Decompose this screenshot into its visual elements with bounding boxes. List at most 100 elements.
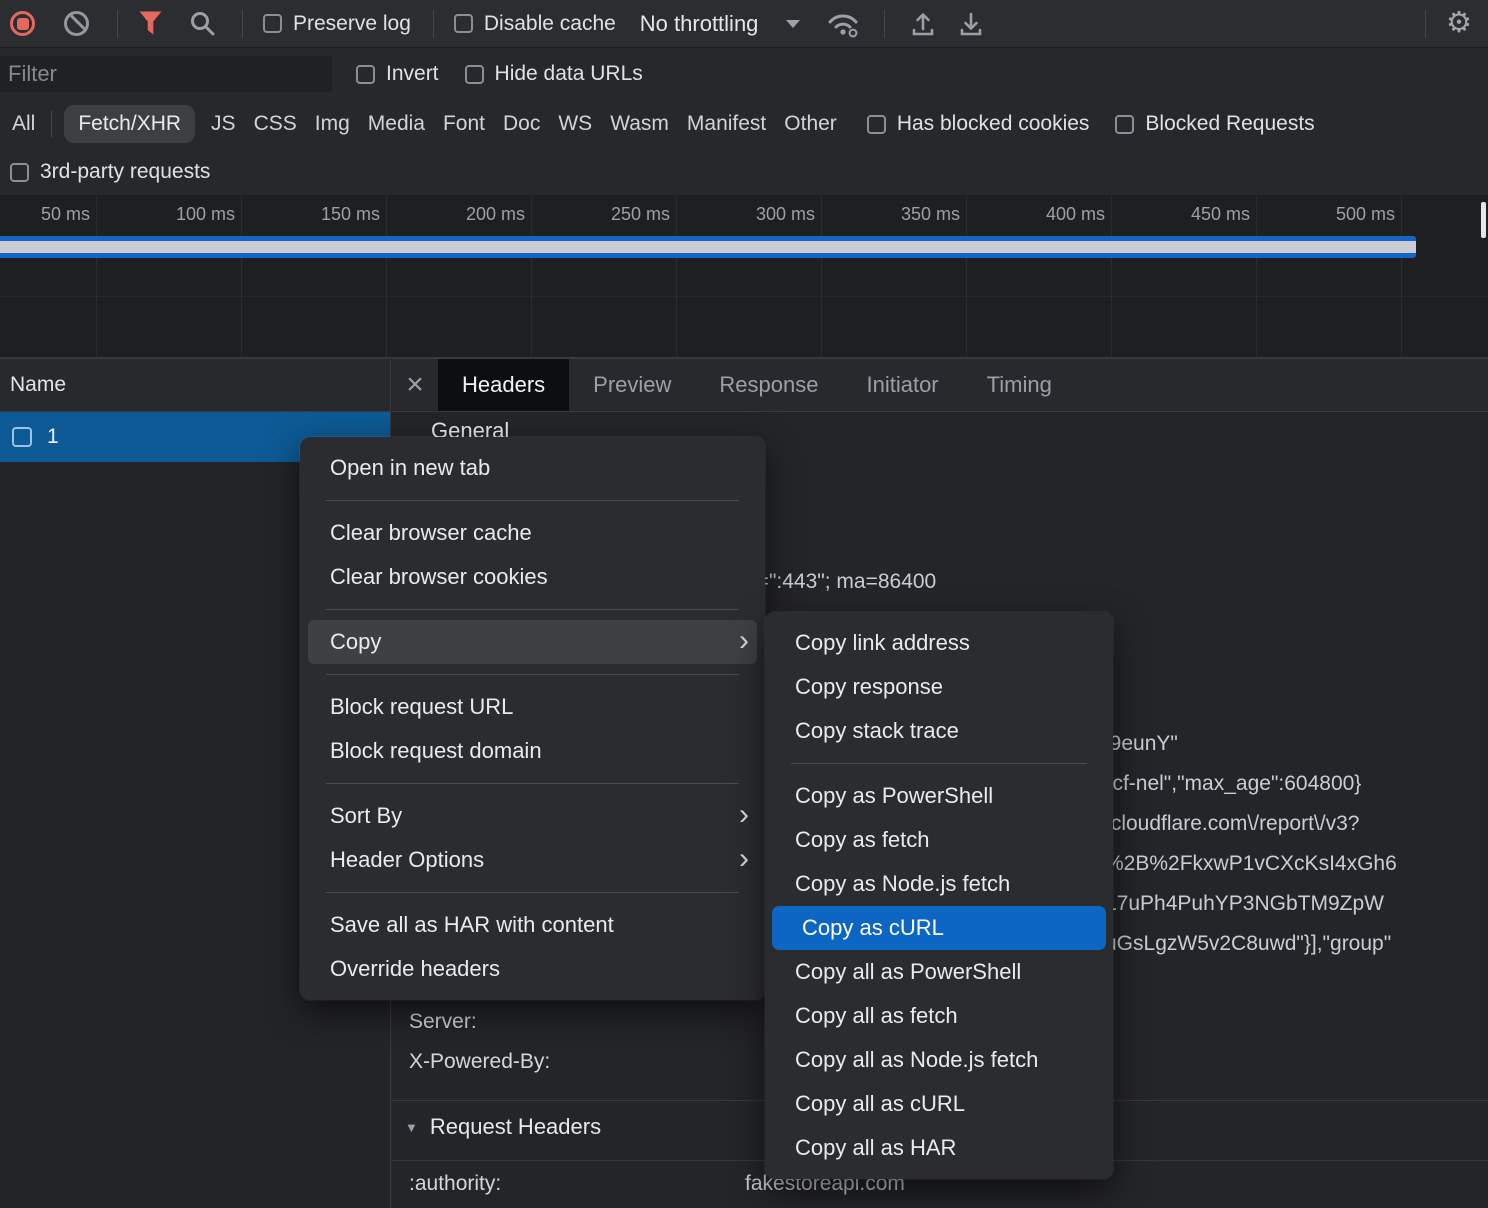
menu-separator: [326, 783, 739, 784]
toolbar-divider: [242, 10, 243, 38]
menu-item-open-in-new-tab[interactable]: Open in new tab: [300, 446, 765, 490]
menu-item-sort-by[interactable]: Sort By›: [300, 794, 765, 838]
invert-label: Invert: [386, 62, 439, 86]
timeline-tick: 250 ms: [560, 204, 670, 225]
has-blocked-cookies-checkbox[interactable]: Has blocked cookies: [867, 112, 1090, 136]
checkbox-box: [454, 14, 473, 33]
overview-scroll-thumb[interactable]: [1481, 202, 1486, 238]
filter-placeholder: Filter: [8, 61, 57, 87]
checkbox-box: [867, 115, 886, 134]
disable-cache-checkbox[interactable]: Disable cache: [454, 12, 616, 36]
timeline-tick: 50 ms: [0, 204, 90, 225]
menu-separator: [326, 609, 739, 610]
menu-item-clear-browser-cache[interactable]: Clear browser cache: [300, 511, 765, 555]
menu-item-copy-as-curl[interactable]: Copy as cURL: [772, 906, 1106, 950]
menu-item-override-headers[interactable]: Override headers: [300, 947, 765, 991]
menu-item-copy-all-as-har[interactable]: Copy all as HAR: [765, 1126, 1113, 1170]
header-value-fragment: .cloudflare.com\/report\/v3?: [1105, 812, 1359, 836]
menu-item-copy-link-address[interactable]: Copy link address: [765, 621, 1113, 665]
clear-icon[interactable]: [64, 11, 89, 36]
tab-response[interactable]: Response: [695, 359, 842, 411]
menu-item-copy[interactable]: Copy›: [308, 620, 757, 664]
filter-type-media[interactable]: Media: [366, 106, 427, 142]
row-checkbox[interactable]: [12, 427, 32, 447]
devtools-network-panel: Preserve log Disable cache No throttling…: [0, 0, 1488, 1208]
menu-item-copy-all-as-curl[interactable]: Copy all as cURL: [765, 1082, 1113, 1126]
blocked-requests-label: Blocked Requests: [1145, 112, 1314, 136]
filter-type-js[interactable]: JS: [209, 106, 238, 142]
checkbox-box: [465, 65, 484, 84]
menu-item-copy-as-nodejs-fetch[interactable]: Copy as Node.js fetch: [765, 862, 1113, 906]
filter-icon[interactable]: [138, 10, 163, 37]
menu-item-copy-all-as-nodejs-fetch[interactable]: Copy all as Node.js fetch: [765, 1038, 1113, 1082]
menu-item-save-all-as-har[interactable]: Save all as HAR with content: [300, 903, 765, 947]
filter-type-img[interactable]: Img: [313, 106, 352, 142]
filter-type-font[interactable]: Font: [441, 106, 487, 142]
header-value-fragment: "cf-nel","max_age":604800}: [1105, 772, 1361, 796]
tab-headers[interactable]: Headers: [438, 359, 569, 411]
chevron-down-icon[interactable]: [786, 20, 800, 28]
menu-separator: [326, 892, 739, 893]
import-har-icon[interactable]: [909, 10, 937, 38]
record-icon[interactable]: [10, 11, 35, 36]
copy-submenu: Copy link address Copy response Copy sta…: [765, 612, 1113, 1179]
tab-preview[interactable]: Preview: [569, 359, 695, 411]
server-header-label: Server:: [409, 1010, 477, 1034]
search-icon[interactable]: [189, 10, 216, 37]
menu-item-copy-as-powershell[interactable]: Copy as PowerShell: [765, 774, 1113, 818]
preserve-log-checkbox[interactable]: Preserve log: [263, 12, 411, 36]
network-overview-timeline: 50 ms 100 ms 150 ms 200 ms 250 ms 300 ms…: [0, 196, 1488, 358]
third-party-requests-checkbox[interactable]: 3rd-party requests: [10, 160, 210, 184]
header-value-fragment: uGsLgzW5v2C8uwd"}],"group": [1105, 932, 1391, 956]
filter-type-other[interactable]: Other: [782, 106, 839, 142]
menu-item-block-request-domain[interactable]: Block request domain: [300, 729, 765, 773]
tab-initiator[interactable]: Initiator: [842, 359, 962, 411]
header-value-fragment: %2B%2FkxwP1vCXcKsI4xGh6: [1105, 852, 1397, 876]
third-party-filter-bar: 3rd-party requests: [0, 149, 1488, 196]
network-conditions-icon[interactable]: [826, 9, 862, 39]
menu-item-copy-as-fetch[interactable]: Copy as fetch: [765, 818, 1113, 862]
third-party-requests-label: 3rd-party requests: [40, 160, 210, 184]
overview-selected-range[interactable]: [0, 236, 1416, 258]
blocked-requests-checkbox[interactable]: Blocked Requests: [1115, 112, 1314, 136]
timeline-tick: 450 ms: [1140, 204, 1250, 225]
menu-item-copy-stack-trace[interactable]: Copy stack trace: [765, 709, 1113, 753]
timeline-tick: 400 ms: [995, 204, 1105, 225]
triangle-down-icon: ▼: [405, 1120, 418, 1135]
timeline-tick: 150 ms: [270, 204, 380, 225]
has-blocked-cookies-label: Has blocked cookies: [897, 112, 1090, 136]
hide-data-urls-label: Hide data URLs: [495, 62, 643, 86]
network-filter-bar: Filter Invert Hide data URLs: [0, 49, 1488, 99]
timeline-tick: 500 ms: [1285, 204, 1395, 225]
checkbox-box: [263, 14, 282, 33]
menu-item-copy-all-as-fetch[interactable]: Copy all as fetch: [765, 994, 1113, 1038]
request-headers-section[interactable]: ▼Request Headers: [405, 1114, 601, 1140]
filter-type-doc[interactable]: Doc: [501, 106, 542, 142]
filter-input[interactable]: Filter: [0, 56, 332, 92]
tab-timing[interactable]: Timing: [963, 359, 1076, 411]
gear-icon[interactable]: ⚙: [1446, 9, 1472, 38]
filter-type-css[interactable]: CSS: [252, 106, 299, 142]
request-name: 1: [47, 425, 59, 449]
menu-item-clear-browser-cookies[interactable]: Clear browser cookies: [300, 555, 765, 599]
filter-type-fetch-xhr[interactable]: Fetch/XHR: [64, 105, 195, 143]
export-har-icon[interactable]: [957, 10, 985, 38]
menu-item-copy-all-as-powershell[interactable]: Copy all as PowerShell: [765, 950, 1113, 994]
invert-checkbox[interactable]: Invert: [356, 62, 439, 86]
filter-type-all[interactable]: All: [10, 106, 37, 142]
filter-type-manifest[interactable]: Manifest: [685, 106, 768, 142]
name-column-header[interactable]: Name: [0, 359, 390, 412]
filter-type-ws[interactable]: WS: [556, 106, 594, 142]
hide-data-urls-checkbox[interactable]: Hide data URLs: [465, 62, 643, 86]
timeline-tick: 300 ms: [705, 204, 815, 225]
network-main-toolbar: Preserve log Disable cache No throttling…: [0, 0, 1488, 48]
menu-item-header-options[interactable]: Header Options›: [300, 838, 765, 882]
filter-type-wasm[interactable]: Wasm: [608, 106, 671, 142]
header-value-fragment: j9eunY": [1105, 732, 1178, 756]
menu-item-block-request-url[interactable]: Block request URL: [300, 685, 765, 729]
throttling-select[interactable]: No throttling: [640, 11, 759, 37]
close-icon[interactable]: ×: [392, 359, 438, 411]
menu-item-copy-response[interactable]: Copy response: [765, 665, 1113, 709]
checkbox-box: [10, 163, 29, 182]
menu-separator: [791, 763, 1087, 764]
